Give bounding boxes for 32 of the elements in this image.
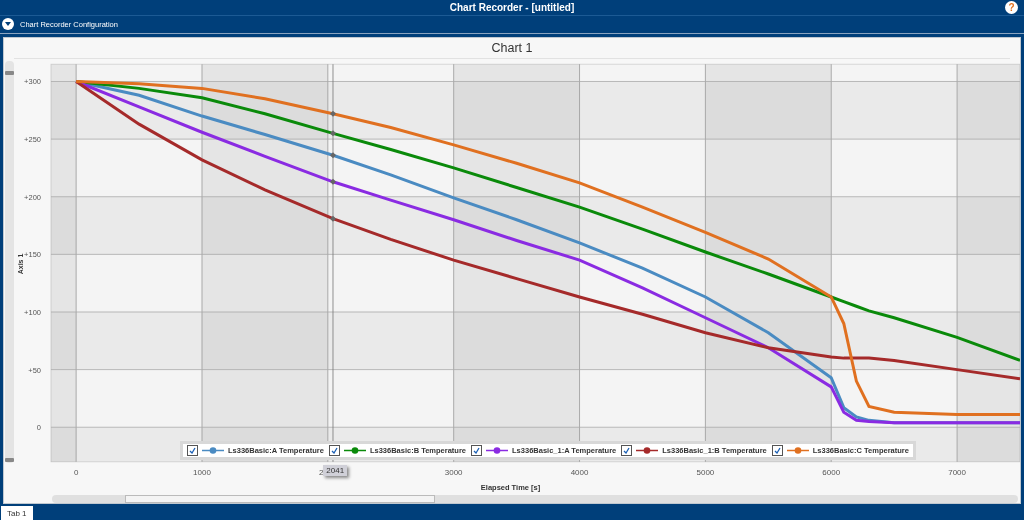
expand-button[interactable] [2,18,14,31]
cursor-marker [330,110,336,117]
cursor-tooltip: 2041 [323,464,348,476]
cursor-line[interactable] [332,63,334,462]
cursor-marker [330,130,336,136]
cursor-marker [330,215,336,222]
x-tick-label: 4000 [570,467,589,477]
x-tick-label: 1000 [193,467,211,477]
series-symbol-icon [486,446,509,454]
window-title: Chart Recorder - [untitled] [449,2,575,14]
x-tick-label: 6000 [822,467,841,477]
series-symbol-icon [786,446,809,454]
x-tick-label: 3000 [444,467,463,477]
legend-checkbox[interactable] [187,444,198,456]
scroll-thumb[interactable] [125,494,435,503]
legend-checkbox[interactable] [771,444,783,456]
cursor-marker [330,178,336,185]
series-symbol-icon [636,446,659,454]
chart-title: Chart 1 [14,37,1010,59]
tab[interactable]: Tab 1 [1,506,33,520]
vertical-scrollbar[interactable] [5,60,14,463]
horizontal-scrollbar[interactable] [52,494,1018,503]
x-tick-label: 0 [73,467,79,477]
legend-checkbox[interactable] [328,444,340,456]
x-tick-label: 7000 [948,467,966,477]
legend-checkbox[interactable] [471,444,483,456]
x-tick-label: 5000 [696,467,715,477]
cursor-marker [330,151,336,158]
chevron-icon [5,22,11,27]
series-symbol-icon [202,446,224,454]
legend-checkbox[interactable] [621,444,633,456]
series-symbol-icon [343,446,366,454]
